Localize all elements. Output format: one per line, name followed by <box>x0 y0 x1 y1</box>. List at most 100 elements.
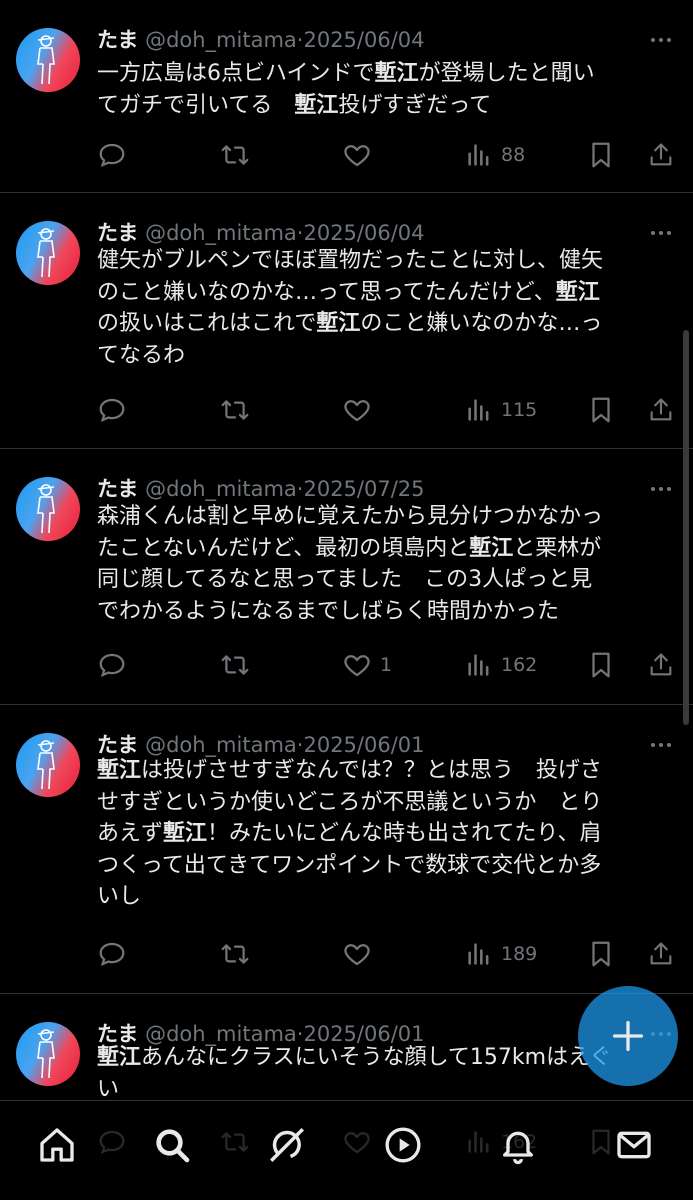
reply-button[interactable] <box>97 392 127 428</box>
repost-button[interactable] <box>219 936 251 972</box>
reply-icon <box>99 942 125 966</box>
tweet[interactable]: たま @doh_mitama·2025/06/01 塹江は投げさせすぎなんでは？… <box>0 705 693 994</box>
views-icon <box>468 144 489 166</box>
home-icon <box>40 1128 74 1162</box>
views-icon <box>468 943 489 965</box>
author-handle[interactable]: @doh_mitama <box>145 28 297 52</box>
view-count: 189 <box>501 943 538 965</box>
tweet-header: たま @doh_mitama·2025/07/25 <box>97 475 425 503</box>
author-name[interactable]: たま <box>97 28 138 52</box>
view-count: 162 <box>501 654 538 676</box>
share-button[interactable] <box>647 936 675 972</box>
bookmark-button[interactable] <box>588 1124 614 1160</box>
avatar[interactable] <box>16 733 80 797</box>
repost-button[interactable] <box>219 1124 251 1160</box>
author-handle[interactable]: @doh_mitama <box>145 221 297 245</box>
like-button[interactable] <box>342 936 380 972</box>
tweet-text: 森浦くんは割と早めに覚えたから見分けつかなかっ たことないんだけど、最初の頃島内… <box>97 501 677 627</box>
bookmark-button[interactable] <box>588 647 614 683</box>
views-icon <box>468 1131 489 1153</box>
bookmark-icon <box>592 1129 610 1155</box>
views-button[interactable]: 162 <box>465 647 537 683</box>
repost-button[interactable] <box>219 392 251 428</box>
tweet[interactable]: たま @doh_mitama·2025/06/04 健矢がブルペンでほぼ置物だっ… <box>0 193 693 449</box>
repost-icon <box>221 944 249 964</box>
tweet-header: たま @doh_mitama·2025/06/04 <box>97 219 425 247</box>
compose-button[interactable] <box>578 986 678 1086</box>
tab-grok[interactable] <box>265 1123 309 1167</box>
avatar[interactable] <box>16 221 80 285</box>
author-handle[interactable]: @doh_mitama <box>145 477 297 501</box>
tweet-actions: 1 162 <box>97 647 677 683</box>
tweet[interactable]: たま @doh_mitama·2025/07/25 森浦くんは割と早めに覚えたか… <box>0 449 693 705</box>
author-handle[interactable]: @doh_mitama <box>145 733 297 757</box>
author-name[interactable]: たま <box>97 221 138 245</box>
tweet-text-highlight: 塹江 <box>469 535 514 561</box>
more-options-icon[interactable] <box>649 477 673 501</box>
bell-icon <box>503 1131 533 1165</box>
like-button[interactable]: 1 <box>342 647 392 683</box>
more-options-icon[interactable] <box>649 28 673 52</box>
author-name[interactable]: たま <box>97 477 138 501</box>
tweet-text: 健矢がブルペンでほぼ置物だったことに対し、健矢 のこと嫌いなのかな…って思ってた… <box>97 245 677 371</box>
tweet-date[interactable]: 2025/07/25 <box>303 477 424 501</box>
share-button[interactable] <box>647 392 675 428</box>
tweet-date[interactable]: 2025/06/04 <box>303 221 424 245</box>
repost-button[interactable] <box>219 137 251 173</box>
tweet-actions: 115 <box>97 392 677 428</box>
bookmark-icon <box>592 652 610 678</box>
tweet[interactable]: たま @doh_mitama·2025/06/04 一方広島は6点ビハインドで塹… <box>0 0 693 193</box>
search-icon <box>156 1129 190 1163</box>
scrollbar[interactable] <box>683 330 689 725</box>
tweet-text: 一方広島は6点ビハインドで塹江が登場したと聞い てガチで引いてる 塹江投げすぎだ… <box>97 58 677 121</box>
like-button[interactable] <box>342 392 380 428</box>
grok-icon <box>270 1128 304 1162</box>
bookmark-button[interactable] <box>588 137 614 173</box>
more-options-icon[interactable] <box>649 733 673 757</box>
repost-button[interactable] <box>219 647 251 683</box>
tweet-actions: 88 <box>97 137 677 173</box>
avatar[interactable] <box>16 1022 80 1086</box>
views-icon <box>468 399 489 421</box>
more-options-icon[interactable] <box>649 221 673 245</box>
like-button[interactable] <box>342 1124 372 1160</box>
bookmark-icon <box>592 941 610 967</box>
share-icon <box>650 143 672 166</box>
views-button[interactable]: 88 <box>465 137 525 173</box>
tweet-text-segment: 健矢がブルペンでほぼ置物だったことに対し、健矢 のこと嫌いなのかな…って思ってた… <box>97 248 604 305</box>
tab-notifications[interactable] <box>496 1123 540 1167</box>
bookmark-icon <box>592 142 610 168</box>
tab-video[interactable] <box>381 1123 425 1167</box>
tweet-date[interactable]: 2025/06/01 <box>303 733 424 757</box>
share-icon <box>650 398 672 421</box>
bookmark-icon <box>592 397 610 423</box>
avatar[interactable] <box>16 28 80 92</box>
view-count: 115 <box>501 399 538 421</box>
reply-button[interactable] <box>97 647 127 683</box>
reply-button[interactable] <box>97 936 127 972</box>
reply-icon <box>99 143 125 167</box>
repost-icon <box>221 655 249 675</box>
reply-button[interactable] <box>97 137 127 173</box>
tweet-text-segment: の扱いはこれはこれで <box>97 311 317 336</box>
author-name[interactable]: たま <box>97 733 138 757</box>
tweet-text-highlight: 塹江 <box>294 92 339 118</box>
mail-icon <box>617 1131 651 1159</box>
tab-messages[interactable] <box>612 1123 656 1167</box>
like-button[interactable] <box>342 137 380 173</box>
avatar[interactable] <box>16 477 80 541</box>
tweet-text-segment: 投げすぎだって <box>338 92 492 118</box>
bookmark-button[interactable] <box>588 936 614 972</box>
tab-home[interactable] <box>35 1123 79 1167</box>
views-button[interactable]: 189 <box>465 936 537 972</box>
bottom-tab-bar: 162 <box>0 1100 693 1200</box>
share-button[interactable] <box>647 137 675 173</box>
tweet-date[interactable]: 2025/06/04 <box>303 28 424 52</box>
bookmark-button[interactable] <box>588 392 614 428</box>
share-button[interactable] <box>647 647 675 683</box>
reply-button[interactable] <box>97 1124 127 1160</box>
views-button[interactable]: 115 <box>465 392 537 428</box>
tweet-text-segment: 一方広島は6点ビハインドで <box>97 61 375 86</box>
tweet-text-highlight: 塹江 <box>163 821 208 846</box>
tab-search[interactable] <box>150 1123 194 1167</box>
